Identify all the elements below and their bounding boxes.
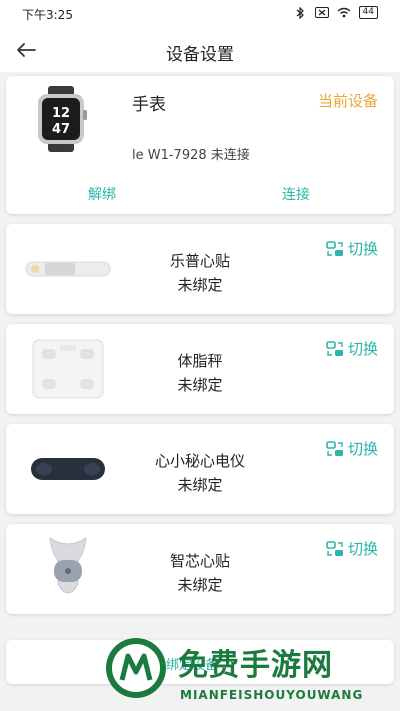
switch-icon — [326, 540, 343, 556]
switch-label: 切换 — [347, 340, 378, 358]
device-bind-status: 未绑定 — [177, 576, 223, 594]
switch-icon — [326, 440, 343, 456]
device-card-body-fat-scale[interactable]: 体脂秤 未绑定 切换 — [6, 324, 394, 414]
unbind-button[interactable]: 解绑 — [88, 184, 116, 204]
switch-button[interactable]: 切换 — [326, 338, 378, 359]
device-bind-status: 未绑定 — [177, 476, 223, 494]
watermark-title: 免费手游网 — [178, 648, 333, 683]
watermark-logo — [104, 636, 168, 700]
switch-icon — [326, 240, 343, 256]
device-bind-status: 未绑定 — [177, 376, 223, 394]
sim-off-icon — [314, 7, 329, 19]
device-card-ecg-monitor[interactable]: 心小秘心电仪 未绑定 切换 — [6, 424, 394, 514]
switch-label: 切换 — [347, 240, 378, 258]
device-card-lepu-patch[interactable]: 乐普心贴 未绑定 切换 — [6, 224, 394, 314]
device-card-zhixin-patch[interactable]: 智芯心贴 未绑定 切换 — [6, 524, 394, 614]
device-bind-status: 未绑定 — [177, 276, 223, 294]
status-time: 下午3:25 — [22, 8, 73, 22]
battery-indicator: 44 — [358, 6, 378, 19]
page-title: 设备设置 — [166, 45, 234, 65]
switch-label: 切换 — [347, 540, 378, 558]
switch-button[interactable]: 切换 — [326, 538, 378, 559]
switch-icon — [326, 340, 343, 356]
switch-label: 切换 — [347, 440, 378, 458]
app-header: 设备设置 — [0, 28, 400, 72]
wifi-icon — [337, 7, 351, 19]
device-connection-status: le W1-7928 未连接 — [132, 148, 250, 163]
status-icons: 44 — [293, 6, 378, 19]
switch-button[interactable]: 切换 — [326, 238, 378, 259]
current-device-badge: 当前设备 — [317, 92, 378, 110]
device-name: 手表 — [132, 95, 166, 115]
watch-image: 12 47 — [34, 86, 88, 152]
watch-minute: 47 — [52, 122, 70, 137]
connect-button[interactable]: 连接 — [282, 184, 310, 204]
status-bar: 下午3:25 44 — [0, 0, 400, 28]
watch-hour: 12 — [52, 106, 70, 121]
watermark-subtitle: MIANFEISHOUYOUWANG — [180, 688, 364, 702]
bluetooth-icon — [293, 6, 307, 19]
switch-button[interactable]: 切换 — [326, 438, 378, 459]
current-device-card: 12 47 手表 当前设备 le W1-7928 未连接 解绑 连接 — [6, 76, 394, 214]
